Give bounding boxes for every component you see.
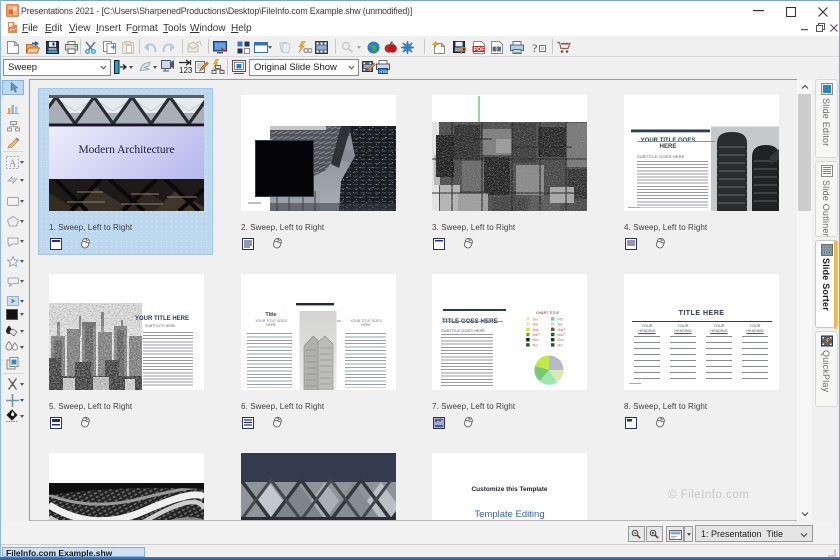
svg-text:Feb: Feb <box>558 317 564 321</box>
svg-text:Jan: Jan <box>533 317 538 321</box>
svg-text:P: P <box>460 46 467 54</box>
svg-text:Mor: Mor <box>533 343 539 347</box>
svg-text:Mor: Mor <box>558 343 564 347</box>
svg-text:Mar: Mar <box>533 323 539 327</box>
svg-text:Apr: Apr <box>558 323 564 327</box>
svg-text:Mon: Mon <box>533 338 539 342</box>
svg-text:MarT: MarT <box>558 333 565 337</box>
svg-text:PDF: PDF <box>474 47 486 53</box>
svg-text:MarT: MarT <box>533 333 540 337</box>
svg-text:?: ? <box>532 41 537 54</box>
svg-text:HTML: HTML <box>379 69 390 74</box>
svg-text:Mon: Mon <box>558 338 564 342</box>
svg-text:A: A <box>9 158 17 169</box>
svg-text:MayT: MayT <box>558 328 566 332</box>
svg-text:123: 123 <box>179 66 193 74</box>
svg-text:May: May <box>533 328 539 332</box>
